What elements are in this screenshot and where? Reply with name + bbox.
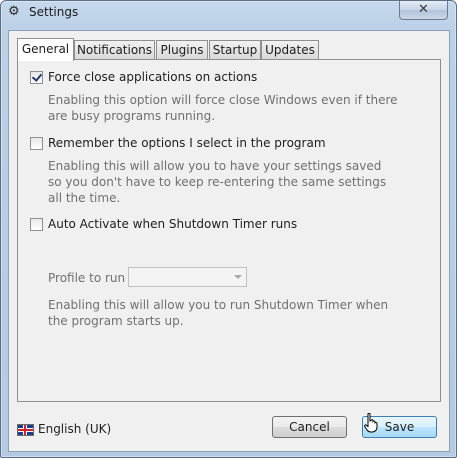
- force-close-label[interactable]: Force close applications on actions: [48, 70, 257, 84]
- title-bar[interactable]: ⚙ Settings ✕: [1, 1, 456, 25]
- auto-activate-label[interactable]: Auto Activate when Shutdown Timer runs: [48, 217, 297, 231]
- tab-plugins[interactable]: Plugins: [156, 40, 208, 60]
- description-line: so you don't have to keep re-entering th…: [48, 175, 387, 189]
- window-title: Settings: [29, 5, 79, 19]
- force-close-description: Enabling this option will force close Wi…: [48, 92, 398, 124]
- close-button[interactable]: ✕: [399, 1, 448, 20]
- tab-updates[interactable]: Updates: [261, 40, 319, 60]
- close-icon: ✕: [418, 2, 429, 17]
- auto-activate-description: Enabling this will allow you to run Shut…: [48, 297, 388, 329]
- force-close-checkbox[interactable]: [30, 71, 43, 84]
- description-line: the program starts up.: [48, 314, 184, 328]
- remember-options-description: Enabling this will allow you to have you…: [48, 158, 386, 206]
- description-line: all the time.: [48, 191, 121, 205]
- uk-flag-icon: [17, 424, 34, 436]
- description-line: Enabling this will allow you to run Shut…: [48, 298, 389, 312]
- remember-options-label[interactable]: Remember the options I select in the pro…: [48, 136, 326, 150]
- tab-general[interactable]: General: [17, 38, 74, 61]
- settings-window: ⚙ Settings ✕ General Notifications Plugi…: [0, 0, 457, 458]
- auto-activate-checkbox[interactable]: [30, 218, 43, 231]
- general-tab-panel: Force close applications on actions Enab…: [17, 59, 441, 402]
- profile-to-run-label: Profile to run: [48, 271, 126, 285]
- chevron-down-icon: [234, 275, 242, 279]
- language-label[interactable]: English (UK): [38, 422, 111, 436]
- settings-client-area: General Notifications Plugins Startup Up…: [8, 30, 450, 452]
- profile-select[interactable]: [128, 267, 247, 287]
- remember-options-checkbox[interactable]: [30, 137, 43, 150]
- tab-notifications[interactable]: Notifications: [74, 40, 155, 60]
- cancel-button[interactable]: Cancel: [272, 416, 347, 438]
- description-line: Enabling this will allow you to have you…: [48, 159, 382, 173]
- description-line: Enabling this option will force close Wi…: [48, 93, 398, 107]
- hand-cursor-icon: [364, 413, 378, 433]
- gear-icon: ⚙: [8, 4, 20, 19]
- tab-startup[interactable]: Startup: [209, 40, 261, 60]
- description-line: are busy programs running.: [48, 109, 216, 123]
